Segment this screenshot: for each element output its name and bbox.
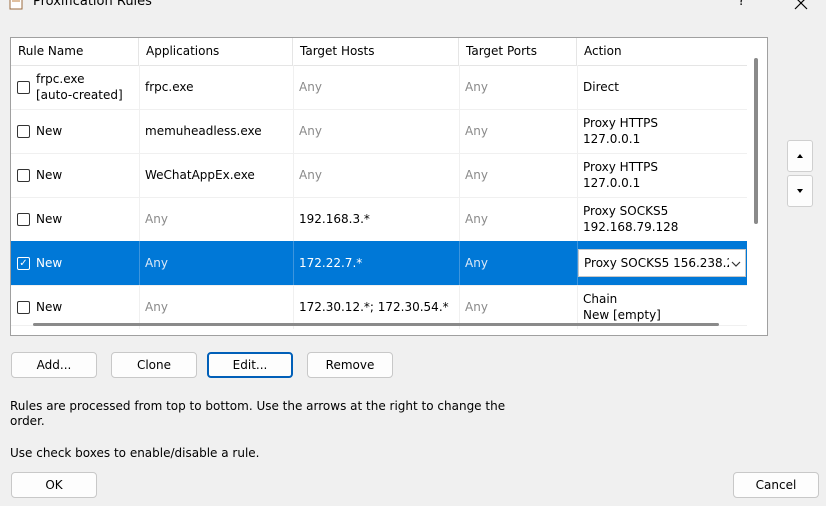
info-text-checkboxes: Use check boxes to enable/disable a rule…	[10, 446, 260, 460]
rule-target-hosts: 172.22.7.*	[299, 256, 363, 270]
rule-applications: WeChatAppEx.exe	[145, 168, 255, 182]
rule-target-ports: Any	[465, 124, 488, 138]
column-header-rule-name[interactable]: Rule Name	[11, 38, 139, 65]
table-row-selected[interactable]: ✓ New Any 172.22.7.* Any Proxy SOCKS5 15…	[11, 241, 747, 286]
rule-action: Proxy HTTPS	[583, 160, 659, 174]
table-row[interactable]: New memuheadless.exe Any Any Proxy HTTPS…	[11, 109, 747, 154]
rule-name: New	[36, 168, 63, 182]
rule-target-hosts: 192.168.3.*	[299, 212, 370, 226]
rule-target-hosts: Any	[299, 124, 322, 138]
table-row[interactable]: New Any 192.168.3.* Any Proxy SOCKS5 192.…	[11, 197, 747, 242]
add-button[interactable]: Add...	[11, 352, 97, 378]
rule-applications: memuheadless.exe	[145, 124, 262, 138]
rule-enable-checkbox[interactable]: ✓	[17, 256, 30, 270]
rule-enable-checkbox[interactable]	[17, 300, 30, 314]
rule-applications: Any	[145, 256, 168, 270]
rule-applications: frpc.exe	[145, 80, 194, 94]
rule-enable-checkbox[interactable]	[17, 124, 30, 138]
column-header-target-ports[interactable]: Target Ports	[459, 38, 577, 65]
column-header-applications[interactable]: Applications	[139, 38, 293, 65]
column-header-action[interactable]: Action	[577, 38, 747, 65]
rule-action-detail: New [empty]	[583, 308, 661, 322]
rule-action-detail: 127.0.0.1	[583, 176, 641, 190]
rules-list[interactable]: Rule Name Applications Target Hosts Targ…	[10, 37, 768, 336]
rule-name: New	[36, 212, 63, 226]
rule-action: Direct	[583, 80, 619, 94]
horizontal-scrollbar[interactable]	[33, 323, 719, 326]
rule-action: Proxy SOCKS5	[583, 204, 669, 218]
rule-action: Proxy HTTPS	[583, 116, 659, 130]
action-dropdown[interactable]: Proxy SOCKS5 156.238.23	[578, 249, 746, 277]
remove-button[interactable]: Remove	[307, 352, 393, 378]
rule-target-ports: Any	[465, 168, 488, 182]
move-down-button[interactable]	[787, 175, 813, 207]
rule-target-hosts: Any	[299, 80, 322, 94]
triangle-down-icon	[797, 189, 803, 193]
rule-name: frpc.exe	[36, 72, 85, 86]
rule-enable-checkbox[interactable]	[17, 80, 30, 94]
triangle-up-icon	[797, 154, 803, 158]
info-line-2: order.	[10, 414, 45, 428]
rule-enable-checkbox[interactable]	[17, 212, 30, 226]
rule-action: Chain	[583, 292, 618, 306]
rule-action-detail: 192.168.79.128	[583, 220, 679, 234]
table-row[interactable]: New Any 172.30.12.*; 172.30.54.* Any Cha…	[11, 285, 747, 329]
rule-target-hosts: Any	[299, 168, 322, 182]
rule-name: New	[36, 300, 63, 314]
column-header-target-hosts[interactable]: Target Hosts	[293, 38, 459, 65]
action-dropdown-value: Proxy SOCKS5 156.238.23	[584, 256, 742, 270]
rule-name: New	[36, 124, 63, 138]
rule-target-ports: Any	[465, 256, 488, 270]
cancel-button[interactable]: Cancel	[733, 472, 819, 498]
rule-name: New	[36, 256, 63, 270]
table-row[interactable]: frpc.exe [auto-created] frpc.exe Any Any …	[11, 65, 747, 110]
list-header: Rule Name Applications Target Hosts Targ…	[11, 38, 747, 66]
info-line-1: Rules are processed from top to bottom. …	[10, 399, 506, 413]
title-bar: Proxification Rules ?	[0, 0, 826, 14]
app-icon	[9, 0, 23, 10]
move-up-button[interactable]	[787, 140, 813, 172]
table-row[interactable]: New WeChatAppEx.exe Any Any Proxy HTTPS 1…	[11, 153, 747, 198]
clone-button[interactable]: Clone	[111, 352, 197, 378]
chevron-down-icon	[729, 257, 743, 271]
edit-button[interactable]: Edit...	[207, 352, 293, 378]
rule-applications: Any	[145, 212, 168, 226]
vertical-scrollbar[interactable]	[754, 58, 758, 224]
rule-target-ports: Any	[465, 80, 488, 94]
help-button[interactable]: ?	[738, 0, 745, 10]
rule-action-detail: 127.0.0.1	[583, 132, 641, 146]
rule-target-ports: Any	[465, 212, 488, 226]
rule-enable-checkbox[interactable]	[17, 168, 30, 182]
info-text-order: Rules are processed from top to bottom. …	[10, 399, 505, 429]
close-icon[interactable]	[794, 0, 808, 10]
window-title: Proxification Rules	[33, 0, 152, 9]
ok-button[interactable]: OK	[11, 472, 97, 498]
rule-name-suffix: [auto-created]	[36, 88, 123, 102]
